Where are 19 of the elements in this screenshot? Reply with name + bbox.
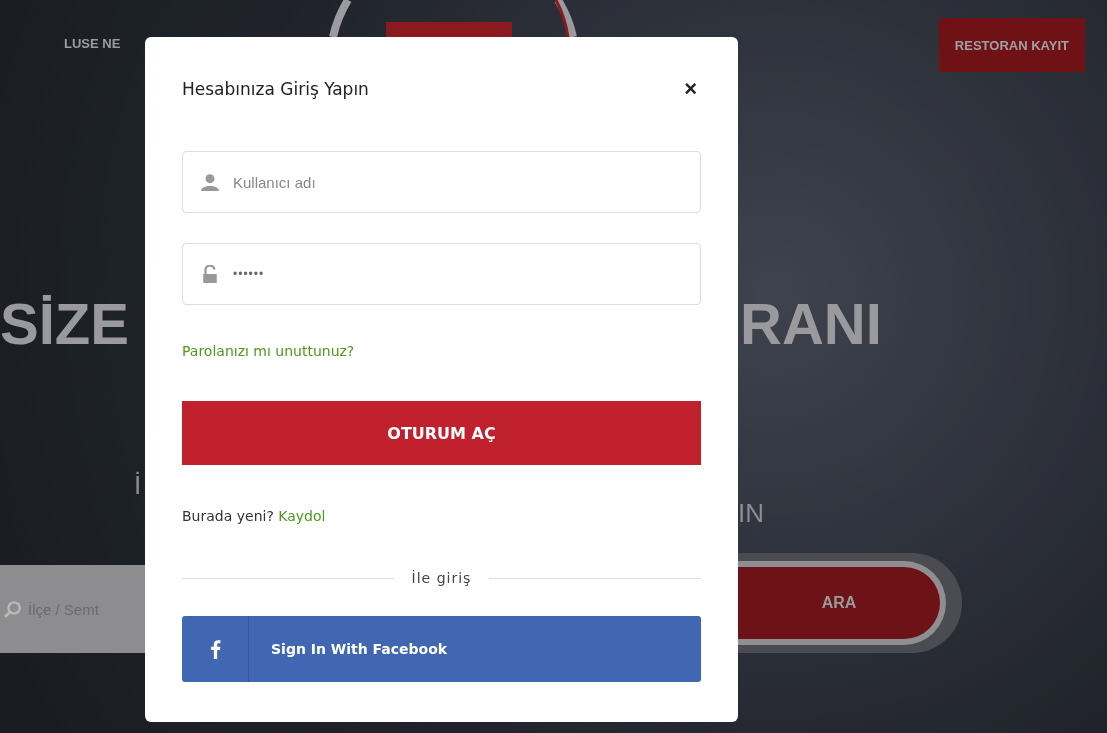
subheadline-text: IN [738, 498, 764, 529]
facebook-icon [209, 639, 221, 659]
facebook-login-button[interactable]: Sign In With Facebook [182, 616, 701, 682]
dialog-title: Hesabınıza Giriş Yapın [182, 79, 369, 99]
headline-text: RANI [740, 290, 882, 357]
nav-link[interactable]: LUSE NE [64, 36, 121, 51]
password-field[interactable]: •••••• [182, 243, 701, 305]
divider-label: İle giriş [411, 570, 472, 586]
signup-prompt: Burada yeni? Kaydol [182, 508, 327, 524]
close-button[interactable]: × [680, 76, 701, 102]
forgot-password-link[interactable]: Parolanızı mı unuttunuz? [182, 343, 355, 359]
headline-text: SİZE [0, 290, 129, 357]
signup-link[interactable]: Kaydol [278, 508, 326, 524]
subheadline-text: İ [134, 470, 142, 501]
username-field[interactable]: Kullanıcı adı [182, 151, 701, 213]
login-button[interactable]: OTURUM AÇ [182, 401, 701, 465]
restaurant-register-button[interactable]: RESTORAN KAYIT [938, 18, 1085, 72]
search-button[interactable]: ARA [738, 561, 946, 645]
search-icon [4, 600, 22, 618]
